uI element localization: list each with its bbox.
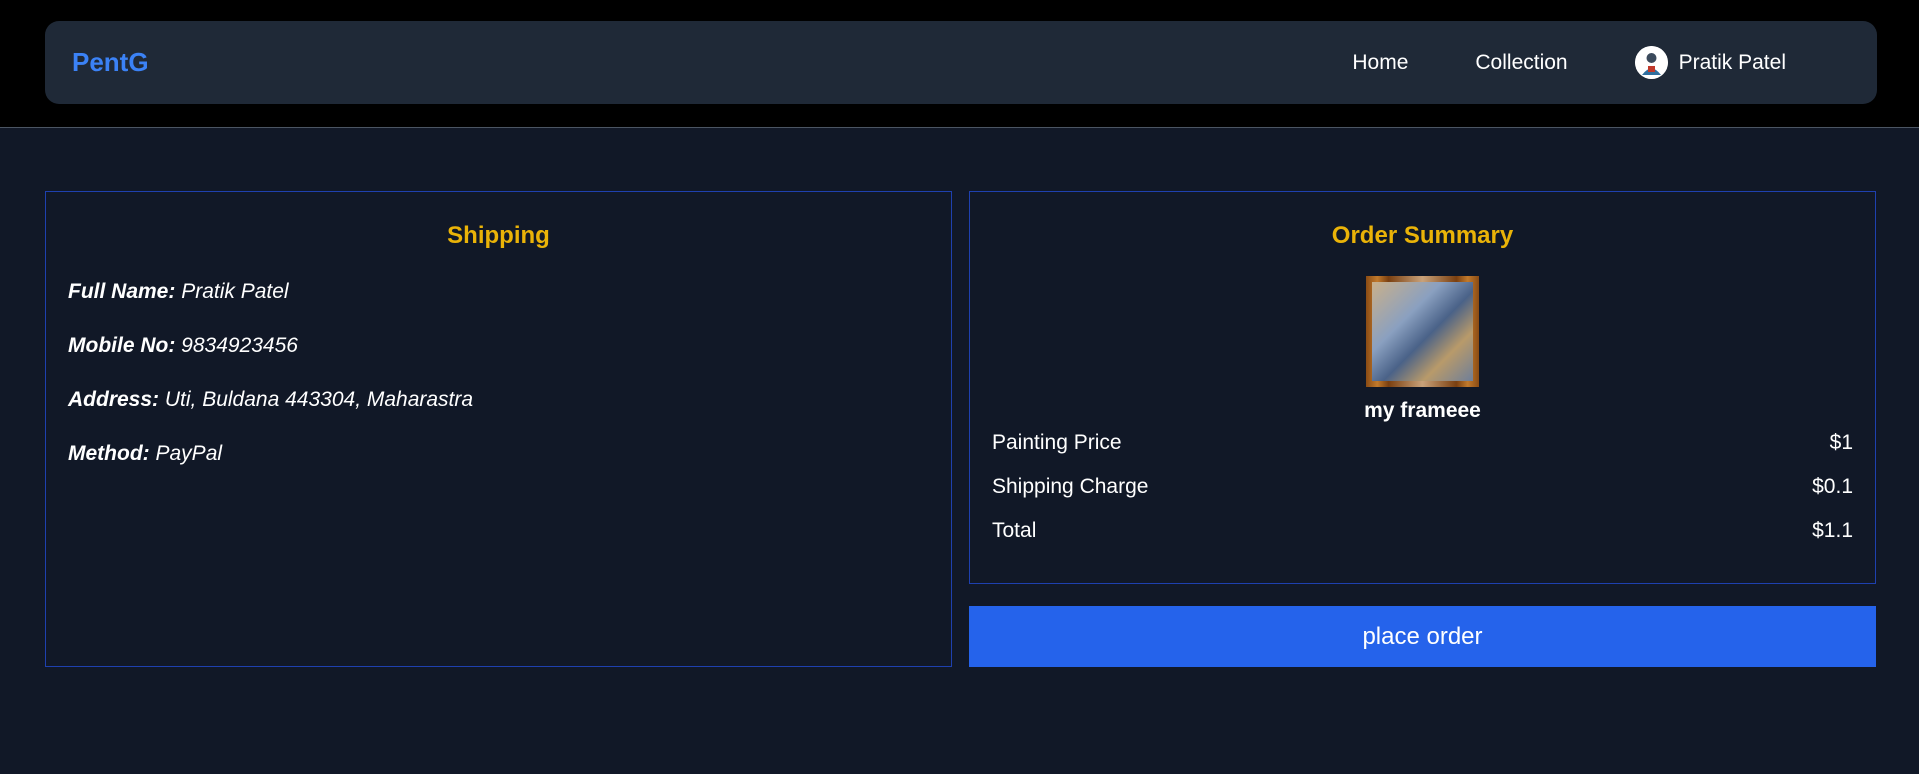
full-name-line: Full Name: Pratik Patel (68, 280, 929, 304)
mobile-line: Mobile No: 9834923456 (68, 334, 929, 358)
top-bar: PentG Home Collection Pratik Patel (0, 0, 1919, 128)
painting-thumbnail-wrap (992, 276, 1853, 387)
method-label: Method: (68, 442, 150, 465)
method-line: Method: PayPal (68, 442, 929, 466)
nav-link-collection[interactable]: Collection (1475, 51, 1567, 75)
painting-name: my frameee (1364, 399, 1481, 422)
summary-value: $1 (1829, 431, 1853, 454)
summary-row-shipping-charge: Shipping Charge $0.1 (992, 475, 1853, 499)
nav-link-home[interactable]: Home (1352, 51, 1408, 75)
order-summary-title: Order Summary (1331, 222, 1514, 249)
user-menu[interactable]: Pratik Patel (1634, 46, 1786, 79)
address-label: Address: (68, 388, 160, 411)
summary-value: $1.1 (1812, 519, 1853, 542)
summary-row-total: Total $1.1 (992, 519, 1853, 543)
shipping-title: Shipping (447, 222, 550, 249)
full-name-value: Pratik Patel (181, 280, 289, 303)
summary-row-painting-price: Painting Price $1 (992, 431, 1853, 455)
summary-label: Painting Price (992, 431, 1122, 454)
user-name: Pratik Patel (1678, 50, 1786, 74)
mobile-value: 9834923456 (181, 334, 298, 357)
brand-logo[interactable]: PentG (72, 47, 149, 78)
summary-label: Total (992, 519, 1037, 542)
user-avatar-icon (1634, 46, 1668, 79)
avatar (1634, 46, 1668, 79)
order-summary-panel: Order Summary my frameee Painting Price … (969, 191, 1876, 584)
address-line: Address: Uti, Buldana 443304, Maharastra (68, 388, 929, 412)
mobile-label: Mobile No: (68, 334, 176, 357)
painting-thumbnail (1366, 276, 1479, 387)
summary-label: Shipping Charge (992, 475, 1149, 498)
nav-links: Home Collection Pratik Patel (1352, 46, 1786, 79)
full-name-label: Full Name: (68, 280, 176, 303)
address-value: Uti, Buldana 443304, Maharastra (164, 388, 474, 411)
summary-value: $0.1 (1812, 475, 1853, 498)
navbar: PentG Home Collection Pratik Patel (45, 21, 1877, 104)
shipping-panel: Shipping Full Name: Pratik Patel Mobile … (45, 191, 952, 667)
painting-image (1372, 282, 1473, 381)
place-order-button[interactable]: place order (969, 606, 1876, 667)
method-value: PayPal (155, 442, 223, 465)
